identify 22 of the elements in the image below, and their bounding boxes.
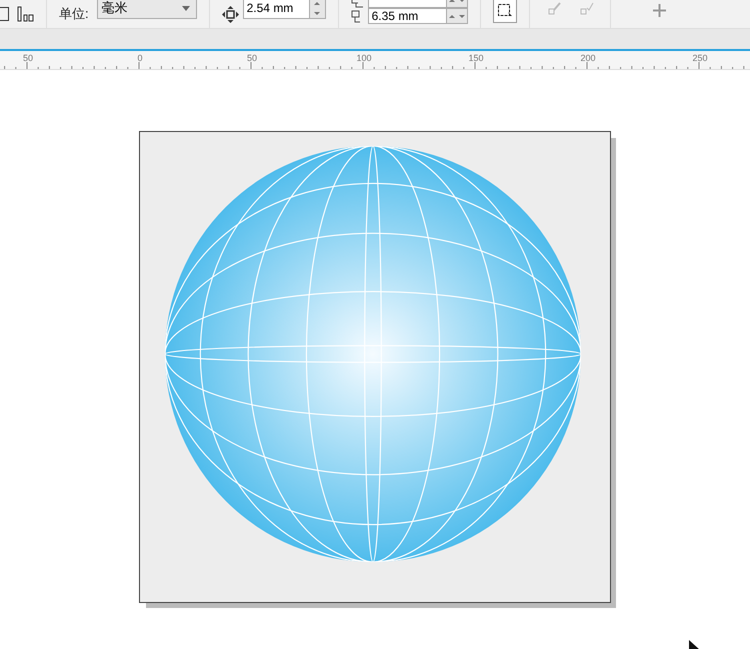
unit-label: 单位: xyxy=(59,5,89,23)
nudge-field[interactable]: 2.54 mm xyxy=(242,0,326,19)
offset-y-field[interactable]: 6.35 mm xyxy=(368,8,468,24)
ruler-label: 250 xyxy=(692,53,708,63)
plus-icon[interactable] xyxy=(652,4,666,16)
caret-icon xyxy=(182,6,190,10)
move-arrows-icon xyxy=(222,6,239,22)
ruler-label: 50 xyxy=(247,53,257,63)
offset-x-icon xyxy=(350,0,364,8)
ruler-label: 0 xyxy=(138,53,142,63)
field-value: 6.35 mm xyxy=(370,9,420,23)
ruler-label: 50 xyxy=(23,53,33,63)
ruler-label: 150 xyxy=(468,53,484,63)
ruler-label: 200 xyxy=(580,53,596,63)
select-frame-button[interactable] xyxy=(492,0,517,23)
dashed-frame-icon xyxy=(496,3,513,19)
align-bottom-icon[interactable] xyxy=(17,6,34,22)
unit-value: 毫米 xyxy=(102,0,128,17)
frame-icon[interactable] xyxy=(0,7,9,21)
ruler-label: 100 xyxy=(356,53,372,63)
unit-dropdown[interactable]: 毫米 xyxy=(96,0,197,19)
field-value: 2.54 mm xyxy=(246,1,294,15)
